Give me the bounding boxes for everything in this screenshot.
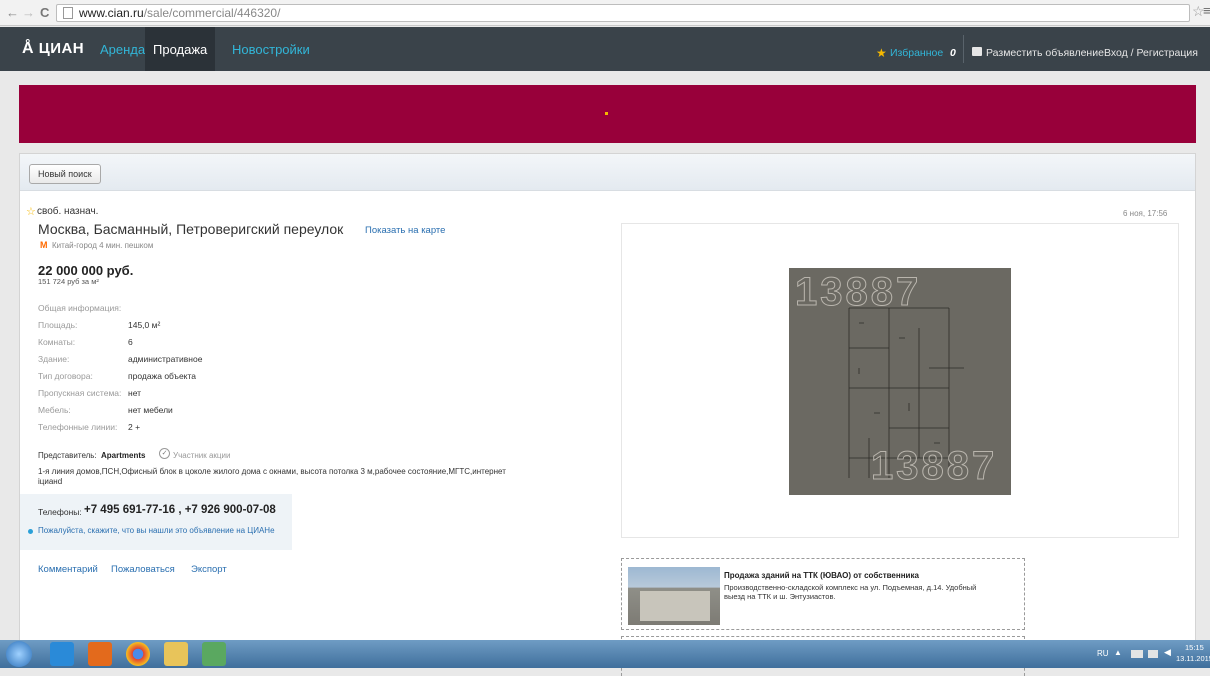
- ad-banner[interactable]: [19, 85, 1196, 143]
- favorites-count: 0: [950, 47, 956, 59]
- price: 22 000 000 руб.: [38, 263, 134, 278]
- watermark: 13887: [870, 444, 998, 489]
- back-arrow-icon[interactable]: ←: [6, 5, 19, 20]
- watermark: 13887: [794, 270, 922, 315]
- browser-toolbar: ← → C www.cian.ru/sale/commercial/446320…: [0, 0, 1210, 26]
- taskbar: RU ▲ ◀ 15:15 13.11.2015: [0, 640, 1210, 668]
- phones-box: Телефоны: +7 495 691-77-16 , +7 926 900-…: [20, 494, 292, 550]
- folder-icon[interactable]: [164, 642, 188, 666]
- property-type: своб. назнач.: [37, 206, 99, 217]
- divider: [963, 35, 964, 63]
- show-on-map-link[interactable]: Показать на карте: [365, 225, 445, 236]
- info-value: 6: [128, 337, 133, 347]
- phones-label: Телефоны:: [38, 507, 82, 517]
- tray-arrow-icon[interactable]: ▲: [1114, 648, 1122, 657]
- address-bar[interactable]: www.cian.ru/sale/commercial/446320/: [56, 4, 1190, 22]
- price-per-meter: 151 724 руб за м²: [38, 277, 99, 286]
- info-value[interactable]: 2 +: [128, 422, 140, 432]
- building-shape: [640, 591, 710, 621]
- favorites-link[interactable]: Избранное: [890, 47, 943, 59]
- listing-address: Москва, Басманный, Петроверигский переул…: [38, 221, 344, 237]
- info-label: Мебель:: [38, 405, 71, 415]
- info-label: Тип договора:: [38, 371, 93, 381]
- ad-block[interactable]: Продажа зданий на ТТК (ЮВАО) от собствен…: [621, 558, 1025, 630]
- comment-link[interactable]: Комментарий: [38, 564, 98, 575]
- star-icon: ★: [876, 46, 887, 60]
- banner-dot: [605, 112, 608, 115]
- login-link[interactable]: Вход / Регистрация: [1104, 47, 1198, 59]
- panel-toolbar: Новый поиск: [20, 154, 1195, 191]
- chrome-icon[interactable]: [126, 642, 150, 666]
- metro-info: Китай-город 4 мин. пешком: [52, 241, 154, 250]
- logo-mark-icon: Å: [22, 40, 35, 57]
- metro-icon: М: [40, 240, 48, 250]
- ad-title[interactable]: Продажа зданий на ТТК (ЮВАО) от собствен…: [724, 571, 919, 580]
- info-label: Площадь:: [38, 320, 78, 330]
- complain-link[interactable]: Пожаловаться: [111, 564, 175, 575]
- cian-logo[interactable]: Å ЦИАН: [22, 40, 84, 58]
- agent-label: Представитель:: [38, 451, 97, 460]
- ad-thumbnail: [628, 567, 720, 625]
- url-host: www.cian.ru: [79, 6, 144, 20]
- new-search-button[interactable]: Новый поиск: [29, 164, 101, 184]
- post-ad-icon: [972, 47, 982, 56]
- info-label: Пропускная система:: [38, 388, 122, 398]
- url-path: /sale/commercial/446320/: [143, 6, 281, 20]
- info-value: 145,0 м²: [128, 320, 161, 330]
- check-circle-icon: ✓: [159, 448, 170, 459]
- volume-icon[interactable]: ◀: [1164, 647, 1171, 658]
- listing-panel: Новый поиск ☆ своб. назнач. 6 ноя, 17:56…: [19, 153, 1196, 676]
- promo-badge: Участник акции: [173, 451, 231, 460]
- description-line: 1-я линия домов,ПСН,Офисный блок в цокол…: [38, 467, 506, 476]
- info-label: Комнаты:: [38, 337, 76, 347]
- listing-date: 6 ноя, 17:56: [1123, 209, 1168, 218]
- network-icon[interactable]: [1131, 650, 1143, 658]
- start-button-icon[interactable]: [6, 641, 32, 667]
- language-indicator[interactable]: RU: [1097, 649, 1109, 658]
- info-value: нет: [128, 388, 142, 398]
- reload-icon[interactable]: C: [40, 5, 49, 20]
- menu-icon[interactable]: ≡: [1203, 3, 1210, 18]
- info-title: Общая информация:: [38, 303, 122, 313]
- monitor-icon[interactable]: [1148, 650, 1158, 658]
- info-label: Телефонные линии:: [38, 422, 118, 432]
- ie-icon[interactable]: [50, 642, 74, 666]
- logo-text: ЦИАН: [38, 40, 85, 57]
- info-value: административное: [128, 354, 203, 364]
- agent-name[interactable]: Apartments: [101, 451, 145, 460]
- media-icon[interactable]: [88, 642, 112, 666]
- clock-time[interactable]: 15:15: [1185, 643, 1204, 652]
- export-link[interactable]: Экспорт: [191, 564, 227, 575]
- nav-sale[interactable]: Продажа: [145, 27, 216, 71]
- clock-date[interactable]: 13.11.2015: [1176, 654, 1210, 663]
- nav-new-buildings[interactable]: Новостройки: [232, 42, 310, 57]
- nav-rent[interactable]: Аренда: [100, 42, 145, 57]
- description-line: iцианd: [38, 477, 63, 486]
- post-ad-link[interactable]: Разместить объявление: [986, 47, 1104, 59]
- ad-text: Производственно-складской комплекс на ул…: [724, 583, 977, 592]
- info-value: нет мебели: [128, 405, 173, 415]
- info-value: продажа объекта: [128, 371, 197, 381]
- phone-numbers[interactable]: +7 495 691-77-16 , +7 926 900-07-08: [84, 504, 276, 516]
- page-icon: [63, 7, 73, 19]
- forward-arrow-icon[interactable]: →: [22, 5, 35, 20]
- info-dot-icon: [28, 529, 33, 534]
- notice-text: Пожалуйста, скажите, что вы нашли это об…: [38, 526, 275, 535]
- ad-text: выезд на ТТК и ш. Энтузиастов.: [724, 592, 836, 601]
- floor-plan-image[interactable]: 13887 13887: [789, 268, 1011, 495]
- site-header: Å ЦИАН Аренда Продажа Новостройки ★ Избр…: [0, 27, 1210, 71]
- image-viewer-icon[interactable]: [202, 642, 226, 666]
- photo-frame: 13887 13887: [621, 223, 1179, 538]
- favorite-star-icon[interactable]: ☆: [26, 205, 36, 218]
- info-label: Здание:: [38, 354, 70, 364]
